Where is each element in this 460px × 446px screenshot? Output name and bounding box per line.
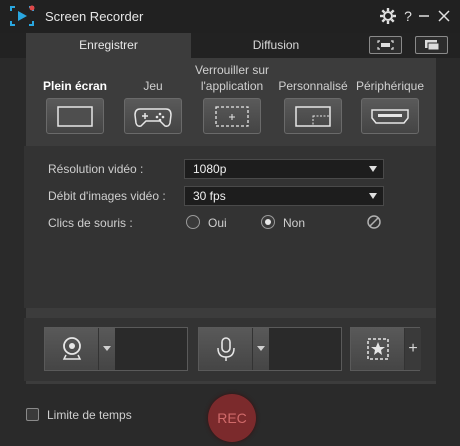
resolution-label: Résolution vidéo : (48, 162, 144, 176)
webcam-icon (62, 337, 82, 360)
effects-icon (367, 338, 389, 360)
mode-lock-app[interactable]: Verrouiller sur l'application (190, 58, 274, 138)
mode-game[interactable]: Jeu (118, 58, 188, 138)
microphone-icon (217, 337, 235, 361)
capture-area-icon (377, 40, 394, 50)
webcam-control (44, 327, 188, 371)
gamepad-icon (134, 108, 172, 127)
fullscreen-button[interactable] (46, 98, 104, 134)
framerate-value: 30 fps (193, 189, 226, 203)
minimize-icon[interactable] (415, 7, 433, 25)
mouse-clicks-label: Clics de souris : (48, 216, 133, 230)
tab-diffusion[interactable]: Diffusion (191, 33, 361, 58)
close-icon[interactable] (435, 7, 453, 25)
time-limit-checkbox[interactable] (26, 408, 39, 421)
mode-custom[interactable]: Personnalisé (276, 58, 350, 138)
mode-fullscreen-label: Plein écran (42, 79, 108, 93)
microphone-control (198, 327, 342, 371)
title-bar: Screen Recorder ? (0, 0, 460, 33)
settings-panel: Résolution vidéo : 1080p Débit d'images … (24, 146, 436, 308)
custom-area-icon (295, 106, 331, 127)
app-title: Screen Recorder (45, 9, 144, 24)
game-button[interactable] (124, 98, 182, 134)
rec-button[interactable]: REC (208, 394, 256, 442)
mode-game-label: Jeu (143, 79, 163, 93)
fullscreen-icon (57, 106, 93, 127)
framerate-select[interactable]: 30 fps (184, 186, 384, 206)
time-limit-label: Limite de temps (47, 408, 132, 422)
tab-enregistrer[interactable]: Enregistrer (26, 33, 191, 58)
custom-button[interactable] (284, 98, 342, 134)
devices-panel: + (24, 318, 436, 381)
microphone-dropdown[interactable] (253, 328, 269, 370)
resolution-select[interactable]: 1080p (184, 159, 384, 179)
mouse-clicks-no-label: Non (283, 216, 306, 230)
chevron-down-icon (369, 193, 377, 199)
resolution-value: 1080p (193, 162, 227, 176)
capture-area-button[interactable] (369, 36, 402, 54)
mouse-clicks-no-radio[interactable] (261, 215, 275, 229)
webcam-button[interactable] (45, 328, 99, 370)
mode-device[interactable]: Périphérique (352, 58, 428, 138)
mode-lock-app-label-line2: l'application (200, 79, 264, 93)
mouse-clicks-yes-label: Oui (208, 216, 227, 230)
framerate-label: Débit d'images vidéo : (48, 189, 166, 203)
lock-app-button[interactable] (203, 98, 261, 134)
chevron-down-icon (369, 166, 377, 172)
device-button[interactable] (361, 98, 419, 134)
hdmi-device-icon (371, 109, 409, 124)
mini-mode-icon (425, 40, 440, 51)
screen-recorder-logo-icon (10, 5, 35, 26)
add-device-button[interactable]: + (405, 328, 421, 370)
mini-mode-button[interactable] (415, 36, 448, 54)
mode-custom-label: Personnalisé (278, 79, 348, 93)
mode-lock-app-label-line1: Verrouiller sur (194, 63, 270, 77)
effects-control: + (350, 327, 421, 371)
microphone-button[interactable] (199, 328, 253, 370)
mode-fullscreen[interactable]: Plein écran (40, 58, 110, 138)
gear-icon[interactable] (379, 7, 397, 25)
lock-app-icon (215, 106, 249, 127)
disabled-icon[interactable] (366, 214, 382, 230)
mouse-clicks-yes-radio[interactable] (186, 215, 200, 229)
effects-button[interactable] (351, 328, 405, 370)
mode-device-label: Périphérique (355, 79, 425, 93)
webcam-dropdown[interactable] (99, 328, 115, 370)
